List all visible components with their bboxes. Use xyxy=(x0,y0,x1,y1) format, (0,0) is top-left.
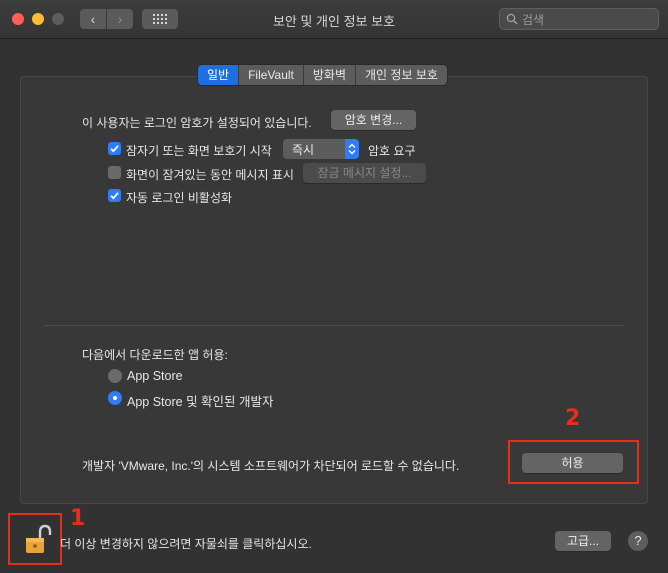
require-password-delay-select[interactable]: 즉시 xyxy=(283,139,359,159)
change-password-button[interactable]: 암호 변경... xyxy=(331,110,416,130)
tab-bar: 일반 FileVault 방화벽 개인 정보 보호 xyxy=(197,64,448,86)
annotation-box-1 xyxy=(8,513,62,565)
tab-privacy[interactable]: 개인 정보 보호 xyxy=(356,65,447,85)
require-password-checkbox[interactable] xyxy=(108,142,121,155)
tab-firewall[interactable]: 방화벽 xyxy=(304,65,357,85)
search-icon xyxy=(506,13,518,25)
blocked-software-text: 개발자 'VMware, Inc.'의 시스템 소프트웨어가 차단되어 로드할 … xyxy=(82,459,460,473)
select-value: 즉시 xyxy=(292,142,315,157)
preferences-window: ‹ › 보안 및 개인 정보 보호 검색 일반 FileVault 방화벽 개인… xyxy=(0,0,668,573)
checkmark-icon xyxy=(110,145,119,153)
help-button[interactable]: ? xyxy=(628,531,648,551)
radio-app-store-identified[interactable] xyxy=(108,391,122,405)
radio-app-store-label: App Store xyxy=(127,369,183,383)
show-message-checkbox[interactable] xyxy=(108,166,121,179)
radio-app-store[interactable] xyxy=(108,369,122,383)
allow-apps-heading: 다음에서 다운로드한 앱 허용: xyxy=(82,348,228,362)
password-status-text: 이 사용자는 로그인 암호가 설정되어 있습니다. xyxy=(82,116,312,130)
annotation-number-1: 1 xyxy=(70,506,86,531)
show-message-label: 화면이 잠겨있는 동안 메시지 표시 xyxy=(126,168,294,182)
set-lock-message-button[interactable]: 잠금 메시지 설정... xyxy=(303,163,426,183)
disable-auto-login-label: 자동 로그인 비활성화 xyxy=(126,191,233,205)
annotation-box-2 xyxy=(508,440,639,484)
tab-general[interactable]: 일반 xyxy=(198,65,240,85)
require-password-label: 잠자기 또는 화면 보호기 시작 xyxy=(126,144,272,158)
disable-auto-login-checkbox[interactable] xyxy=(108,189,121,202)
search-placeholder: 검색 xyxy=(522,12,545,27)
updown-chevron-icon xyxy=(344,139,359,159)
tab-filevault[interactable]: FileVault xyxy=(239,65,304,85)
radio-app-store-identified-label: App Store 및 확인된 개발자 xyxy=(127,395,274,409)
section-divider xyxy=(44,325,624,326)
checkmark-icon xyxy=(110,192,119,200)
require-password-suffix: 암호 요구 xyxy=(368,144,416,158)
search-field[interactable]: 검색 xyxy=(499,8,659,30)
title-bar: ‹ › 보안 및 개인 정보 보호 검색 xyxy=(0,0,668,39)
annotation-number-2: 2 xyxy=(565,406,581,431)
advanced-button[interactable]: 고급... xyxy=(555,531,611,551)
lock-hint-text: 더 이상 변경하지 않으려면 자물쇠를 클릭하십시오. xyxy=(60,537,312,551)
